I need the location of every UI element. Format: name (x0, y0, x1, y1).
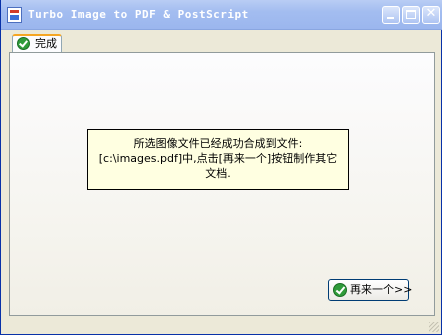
app-icon (7, 7, 22, 23)
app-window: Turbo Image to PDF & PostScript ✕ 完成 所选图… (0, 0, 442, 335)
again-button-label: 再来一个>> (350, 283, 413, 296)
resize-grip-icon[interactable] (429, 322, 439, 332)
tab-label: 完成 (35, 37, 57, 50)
again-button[interactable]: 再来一个>> (328, 279, 413, 301)
close-button[interactable]: ✕ (422, 6, 440, 24)
tab-finished[interactable]: 完成 (12, 34, 62, 53)
message-line: [c:\images.pdf]中,点击[再来一个]按钮制作其它 (98, 152, 338, 165)
message-line: 文档. (205, 167, 231, 180)
message-line: 所选图像文件已经成功合成到文件: (133, 137, 303, 150)
status-bar (1, 319, 441, 334)
completion-message: 所选图像文件已经成功合成到文件: [c:\images.pdf]中,点击[再来一… (87, 129, 349, 190)
maximize-icon (406, 10, 416, 19)
minimize-button[interactable] (382, 6, 400, 24)
window-title: Turbo Image to PDF & PostScript (28, 8, 249, 21)
minimize-icon (387, 17, 394, 19)
check-circle-icon (333, 283, 347, 297)
maximize-button[interactable] (402, 6, 420, 24)
check-circle-icon (17, 37, 30, 50)
close-icon: ✕ (425, 6, 437, 21)
title-bar[interactable]: Turbo Image to PDF & PostScript ✕ (1, 0, 442, 30)
